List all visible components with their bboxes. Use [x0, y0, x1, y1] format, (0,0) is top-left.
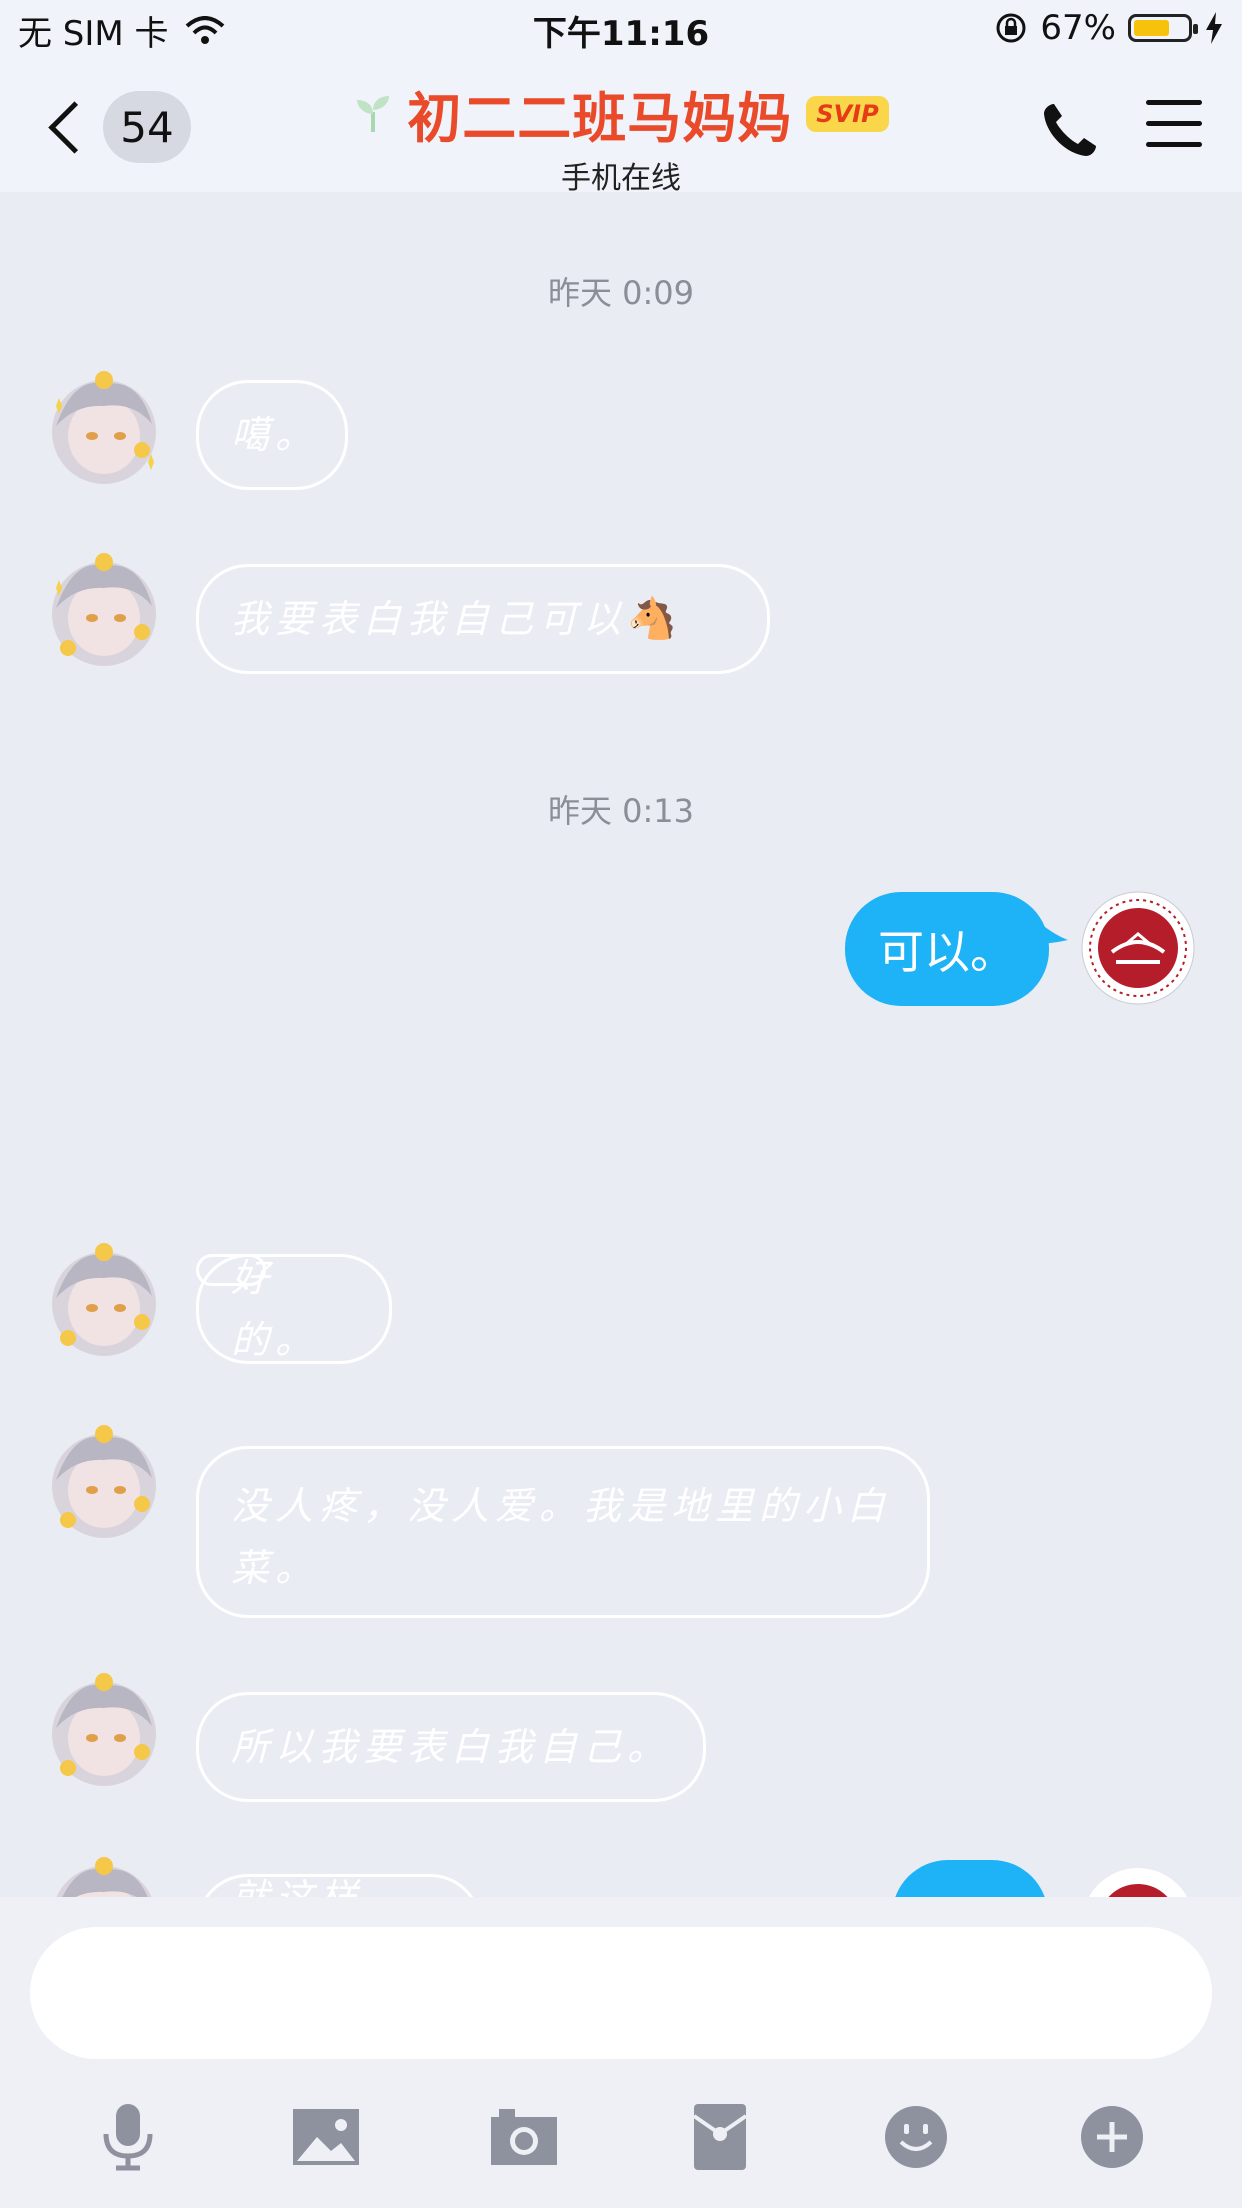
bubble-tail: [1034, 918, 1068, 944]
camera-icon: [491, 2109, 557, 2165]
battery-icon: [1128, 14, 1198, 42]
timestamp: 昨天 0:09: [547, 274, 695, 312]
avatar-image: [56, 1857, 152, 1897]
battery-level: [1134, 20, 1169, 36]
svip-badge: SVIP: [806, 95, 889, 132]
chat-header: 54 初二二班马妈妈 SVIP 手机在线: [0, 62, 1242, 196]
red-packet-button[interactable]: [680, 2097, 760, 2177]
charging-icon: [1206, 12, 1222, 44]
status-right: 67%: [994, 8, 1224, 48]
message-bubble-sent[interactable]: [892, 1860, 1048, 1897]
avatar-image: [52, 1673, 156, 1786]
contact-name: 初二二班马妈妈: [407, 87, 793, 150]
menu-icon: [1146, 100, 1202, 105]
school-logo-icon: [1081, 891, 1195, 1005]
rotation-lock-icon: [996, 13, 1026, 43]
microphone-icon: [103, 2104, 153, 2171]
status-bar: 无 SIM 卡 下午11:16 67%: [0, 0, 1242, 62]
contact-avatar[interactable]: [44, 1668, 164, 1788]
battery-percent: 67%: [1040, 8, 1116, 48]
phone-icon: [1044, 104, 1096, 156]
horse-emoji: 🐴: [627, 596, 683, 642]
composer: [0, 1897, 1242, 2208]
message-list[interactable]: 昨天 0:09 噶。 我要表白我自己可以 🐴 昨天 0:13 可以。 好的。 没…: [0, 192, 1242, 1897]
avatar-image: [52, 553, 156, 666]
image-button[interactable]: [286, 2097, 366, 2177]
my-avatar[interactable]: [1078, 1864, 1198, 1897]
avatar-image: [52, 1243, 156, 1356]
more-button[interactable]: [1072, 2097, 1152, 2177]
sprout-icon: [357, 95, 390, 132]
message-input[interactable]: [30, 1927, 1212, 2059]
contact-avatar[interactable]: [44, 548, 164, 668]
message-bubble[interactable]: 所以我要表白我自己。: [196, 1692, 706, 1802]
school-logo-icon: [1088, 1868, 1188, 1897]
message-bubble[interactable]: 没人疼，没人爱。我是地里的小白 菜。: [196, 1446, 930, 1618]
input-toolbar: [0, 2097, 1242, 2197]
message-text-line2: 菜。: [231, 1546, 320, 1590]
message-bubble[interactable]: 噶。: [196, 380, 348, 490]
menu-button[interactable]: [1146, 100, 1202, 154]
plus-icon: [1081, 2106, 1143, 2168]
my-avatar[interactable]: [1078, 888, 1198, 1008]
message-text: 我要表白我自己可以: [231, 597, 628, 641]
contact-avatar[interactable]: [44, 1420, 164, 1540]
message-bubble[interactable]: 就这样啦。: [196, 1874, 482, 1897]
message-text-line1: 没人疼，没人爱。我是地里的小白: [231, 1484, 892, 1528]
timestamp: 昨天 0:13: [547, 792, 695, 830]
camera-button[interactable]: [484, 2097, 564, 2177]
contact-avatar[interactable]: [44, 366, 164, 486]
avatar-image: [52, 371, 156, 484]
message-bubble[interactable]: 我要表白我自己可以 🐴: [196, 564, 770, 674]
message-bubble-sent[interactable]: 可以。: [845, 892, 1049, 1006]
contact-avatar[interactable]: [44, 1852, 164, 1897]
emoji-icon: [885, 2106, 947, 2168]
call-button[interactable]: [1040, 100, 1100, 160]
voice-button[interactable]: [88, 2097, 168, 2177]
image-icon: [293, 2109, 359, 2165]
red-packet-icon: [692, 2104, 748, 2170]
emoji-button[interactable]: [876, 2097, 956, 2177]
contact-avatar[interactable]: [44, 1238, 164, 1358]
avatar-image: [52, 1425, 156, 1538]
